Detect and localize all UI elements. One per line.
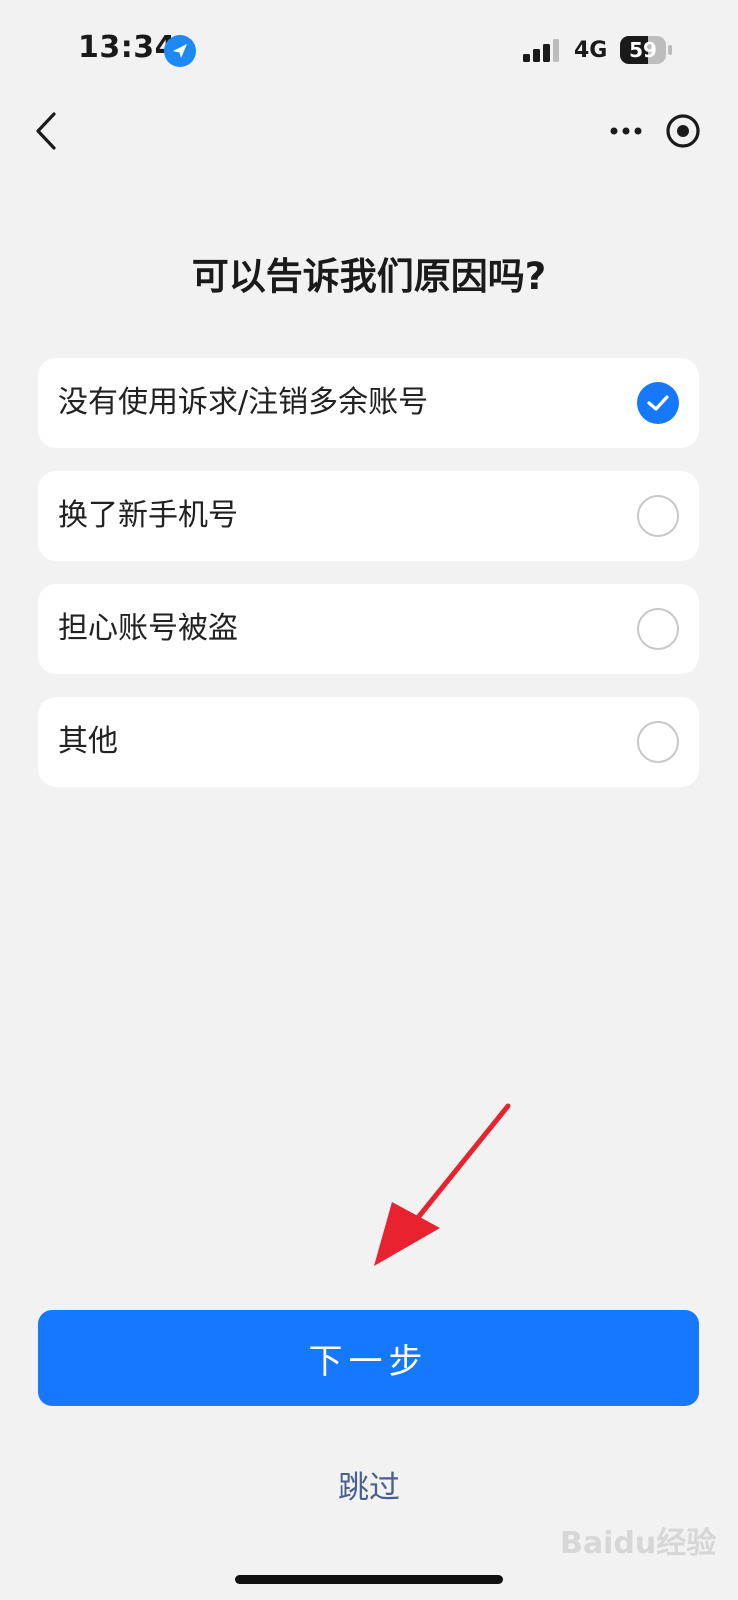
nav-bar xyxy=(0,96,738,166)
option-label: 其他 xyxy=(58,724,118,759)
page-title: 可以告诉我们原因吗? xyxy=(191,255,547,298)
close-miniprogram-icon[interactable] xyxy=(664,112,702,150)
checked-radio-icon[interactable] xyxy=(637,382,679,424)
status-bar: 13:34 4G 59 xyxy=(0,0,738,100)
home-indicator[interactable] xyxy=(235,1575,503,1584)
baidu-watermark: Baidu经验 xyxy=(560,1526,717,1561)
reason-option-new-phone[interactable]: 换了新手机号 xyxy=(38,471,699,561)
signal-icon xyxy=(523,39,559,62)
option-label: 没有使用诉求/注销多余账号 xyxy=(58,385,429,420)
option-label: 换了新手机号 xyxy=(58,498,238,533)
radio-icon[interactable] xyxy=(637,495,679,537)
skip-link[interactable]: 跳过 xyxy=(0,1462,738,1507)
network-type: 4G xyxy=(574,38,608,63)
radio-icon[interactable] xyxy=(637,608,679,650)
radio-icon[interactable] xyxy=(637,721,679,763)
location-icon xyxy=(164,35,196,67)
reason-option-other[interactable]: 其他 xyxy=(38,697,699,787)
more-options-icon[interactable] xyxy=(608,116,648,146)
battery-level: 59 xyxy=(629,38,657,62)
reason-option-account-theft[interactable]: 担心账号被盗 xyxy=(38,584,699,674)
status-time: 13:34 xyxy=(78,30,176,65)
option-label: 担心账号被盗 xyxy=(58,611,238,646)
reason-option-unused[interactable]: 没有使用诉求/注销多余账号 xyxy=(38,358,699,448)
next-step-button[interactable]: 下一步 xyxy=(38,1310,699,1406)
annotation-arrow-icon xyxy=(374,1103,511,1266)
back-arrow-icon[interactable] xyxy=(28,108,68,154)
